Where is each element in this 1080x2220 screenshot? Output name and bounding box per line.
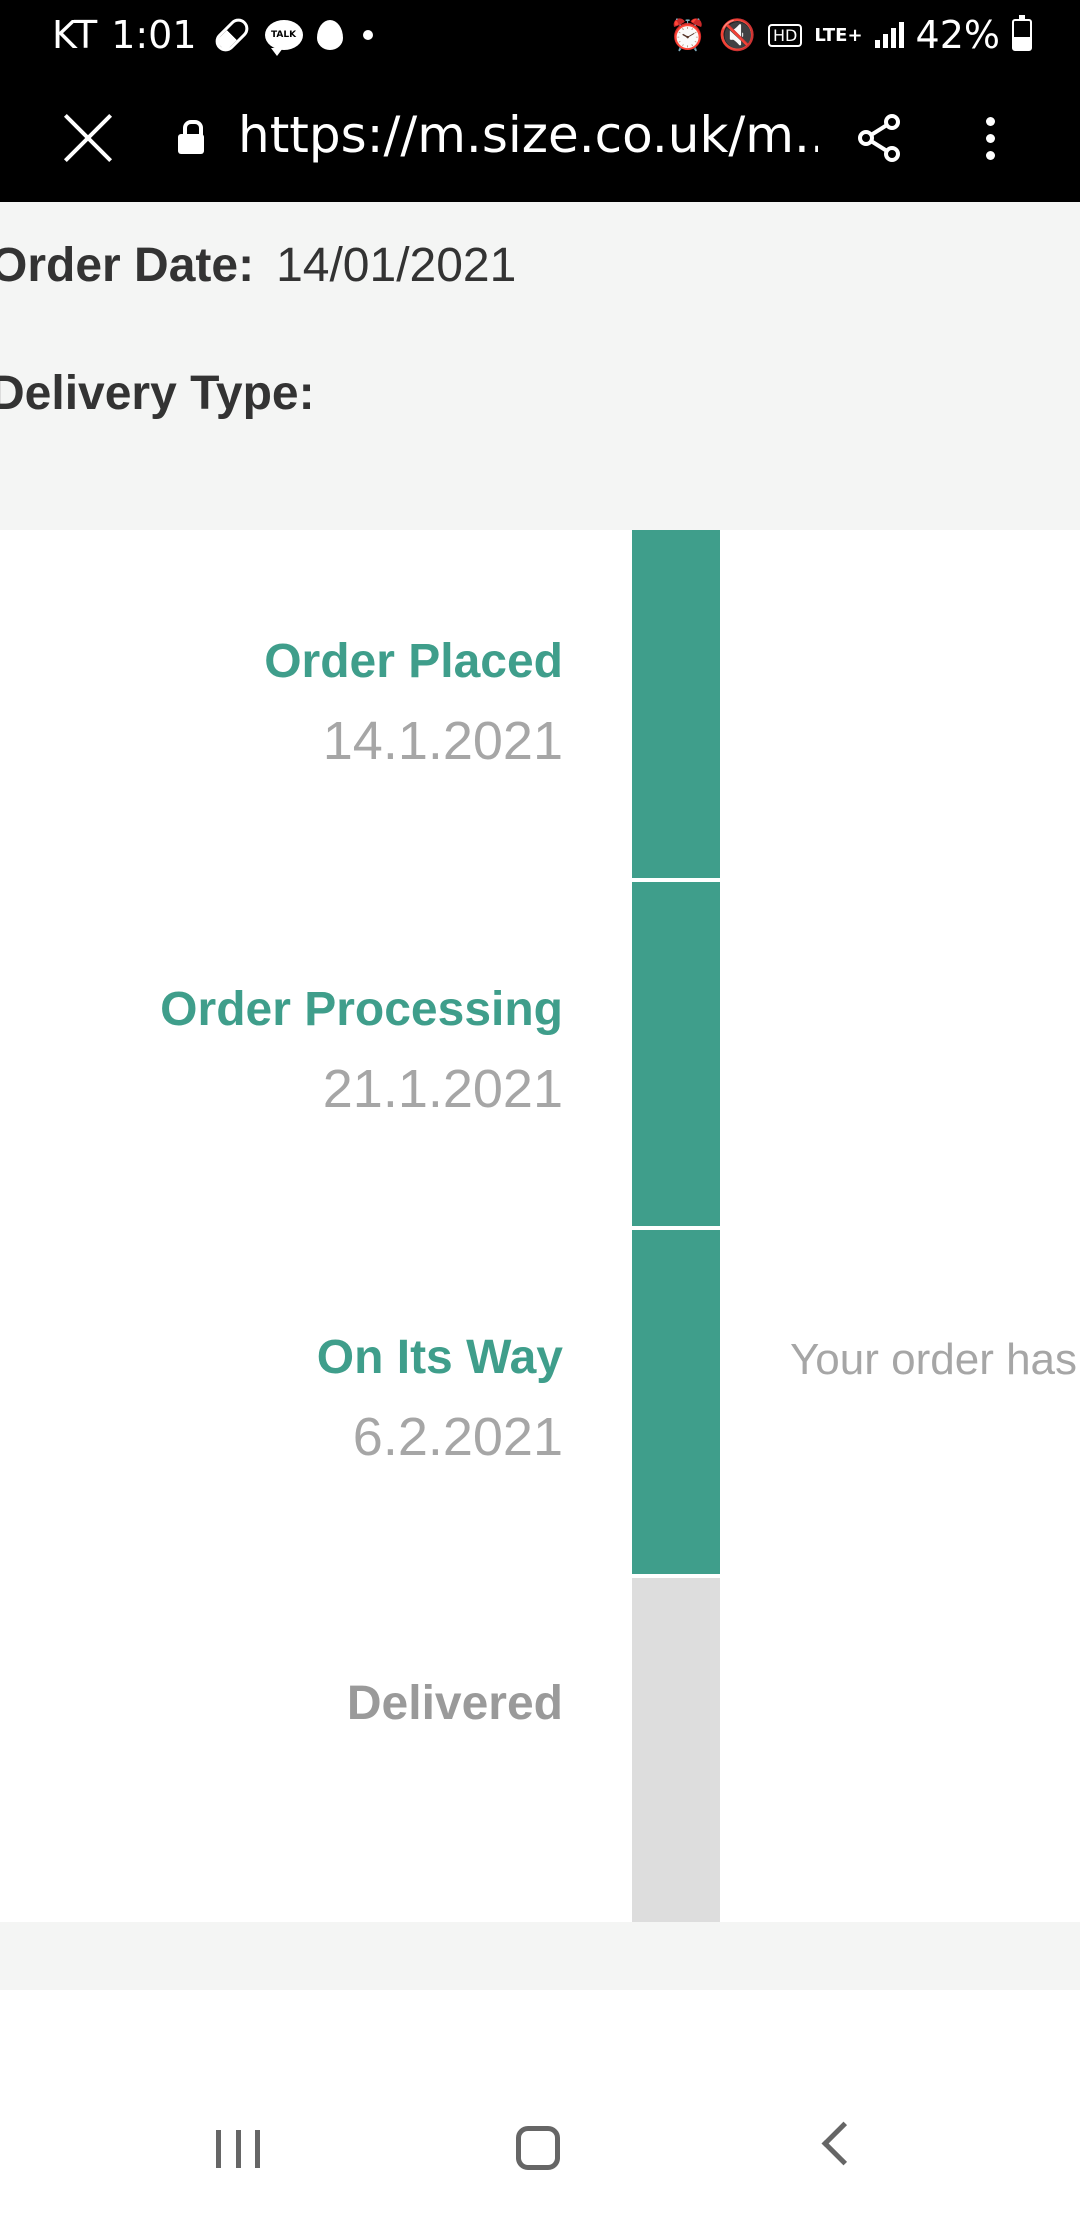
pill-icon bbox=[211, 14, 253, 56]
share-icon[interactable] bbox=[852, 110, 908, 166]
notification-icons: TALK bbox=[211, 14, 373, 56]
step-title-order-processing: Order Processing bbox=[160, 983, 563, 1036]
step-message-on-its-way: Your order has despatched bbox=[790, 1335, 1080, 1384]
order-details: Order Date: 14/01/2021 Delivery Type: bbox=[0, 202, 1080, 530]
alarm-icon: ⏰ bbox=[669, 17, 707, 53]
url-bar[interactable]: https://m.size.co.uk/m... bbox=[238, 106, 818, 164]
close-tab-button[interactable] bbox=[60, 110, 116, 166]
status-bar: KT 1:01 TALK ⏰ 🔇 HD LTE+ 42% bbox=[0, 0, 1080, 70]
order-date-row: Order Date: 14/01/2021 bbox=[0, 238, 516, 293]
battery-fill bbox=[1014, 37, 1030, 49]
footer-strip bbox=[0, 1922, 1080, 1990]
clock: 1:01 bbox=[111, 13, 197, 57]
delivery-type-row: Delivery Type: bbox=[0, 366, 337, 421]
navigation-bar bbox=[0, 1990, 1080, 2220]
flame-icon bbox=[316, 20, 343, 50]
timeline-segment-order-placed bbox=[632, 530, 720, 878]
talk-badge: TALK bbox=[270, 30, 297, 40]
step-title-delivered: Delivered bbox=[346, 1677, 563, 1730]
step-title-on-its-way: On Its Way bbox=[316, 1331, 563, 1384]
delivery-type-label: Delivery Type: bbox=[0, 367, 315, 420]
status-left: KT 1:01 TALK bbox=[52, 0, 373, 70]
battery-icon bbox=[1012, 15, 1032, 51]
more-notifications-dot-icon bbox=[362, 30, 373, 40]
mute-icon: 🔇 bbox=[718, 17, 757, 53]
lock-icon[interactable] bbox=[178, 120, 204, 154]
network-type-label: LTE+ bbox=[814, 24, 863, 46]
step-date-order-placed: 14.1.2021 bbox=[322, 711, 563, 771]
hd-voice-icon: HD bbox=[768, 23, 803, 47]
back-button[interactable] bbox=[821, 2121, 866, 2166]
more-options-icon[interactable] bbox=[970, 110, 1010, 166]
order-date-label: Order Date: bbox=[0, 239, 255, 292]
step-date-order-processing: 21.1.2021 bbox=[322, 1059, 563, 1119]
tracking-timeline: Order Placed 14.1.2021 Order Processing … bbox=[0, 530, 1080, 1922]
status-right: ⏰ 🔇 HD LTE+ 42% bbox=[669, 0, 1032, 70]
browser-toolbar: https://m.size.co.uk/m... bbox=[0, 70, 1080, 202]
signal-icon bbox=[874, 22, 904, 48]
timeline-segment-on-its-way bbox=[632, 1230, 720, 1574]
step-title-order-placed: Order Placed bbox=[264, 635, 563, 688]
carrier-label: KT bbox=[52, 13, 98, 57]
talk-icon: TALK bbox=[264, 20, 303, 56]
battery-percent: 42% bbox=[915, 13, 1000, 57]
order-date-value: 14/01/2021 bbox=[276, 239, 517, 292]
timeline-segment-order-processing bbox=[632, 882, 720, 1226]
timeline-segment-delivered bbox=[632, 1578, 720, 1922]
home-button[interactable] bbox=[516, 2126, 560, 2170]
recent-apps-button[interactable] bbox=[216, 2130, 260, 2168]
step-date-on-its-way: 6.2.2021 bbox=[352, 1407, 563, 1467]
